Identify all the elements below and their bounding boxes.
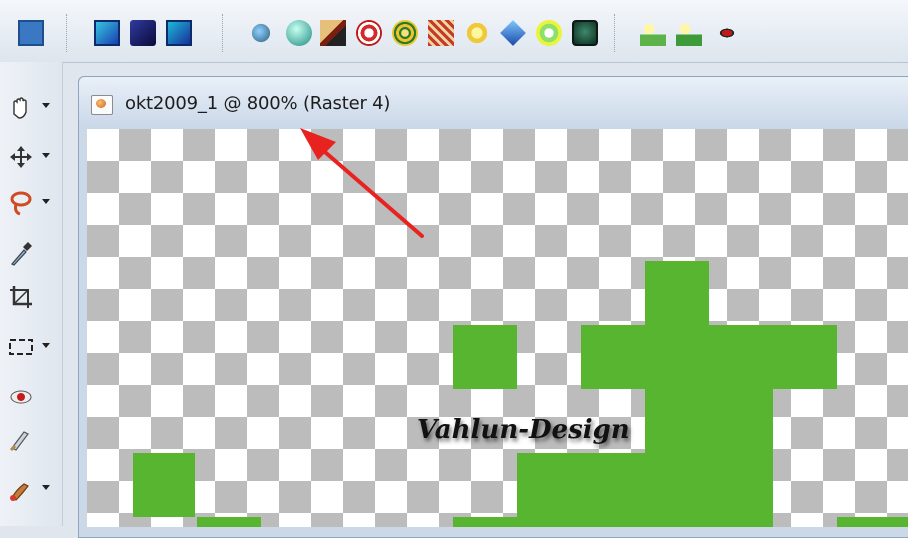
globe-icon[interactable] bbox=[286, 20, 312, 46]
layer-palette-icon[interactable] bbox=[18, 20, 44, 46]
green-pixel bbox=[581, 325, 773, 389]
green-pixel bbox=[645, 261, 709, 325]
dropper-tool-icon[interactable] bbox=[6, 238, 50, 268]
red-eye-tool-icon[interactable] bbox=[6, 382, 50, 412]
swirl-icon[interactable] bbox=[356, 20, 382, 46]
star-burst-icon[interactable] bbox=[464, 20, 490, 46]
lasso-tool-icon[interactable] bbox=[6, 188, 50, 218]
toolbar-separator bbox=[222, 14, 225, 52]
document-titlebar[interactable]: okt2009_1 @ 800% (Raster 4) bbox=[79, 77, 908, 129]
sunburst-icon[interactable] bbox=[536, 20, 562, 46]
selection-box-icon[interactable] bbox=[166, 20, 192, 46]
toolbar-separator bbox=[614, 14, 617, 52]
selection-tool-icon[interactable] bbox=[6, 332, 50, 362]
pan-tool-icon[interactable] bbox=[6, 92, 50, 122]
effects-toolbar bbox=[0, 0, 908, 63]
green-pixel bbox=[517, 453, 773, 527]
bevel-icon[interactable] bbox=[320, 20, 346, 46]
green-pixel bbox=[133, 453, 195, 517]
tools-palette bbox=[0, 62, 63, 526]
sparkle-tool-icon[interactable] bbox=[640, 20, 666, 46]
green-pixel bbox=[645, 389, 773, 453]
texture-icon[interactable] bbox=[428, 20, 454, 46]
gradient-cube-icon[interactable] bbox=[130, 20, 156, 46]
move-tool-icon[interactable] bbox=[6, 142, 50, 172]
target-icon[interactable] bbox=[392, 20, 418, 46]
sparkle-tool-2-icon[interactable] bbox=[676, 20, 702, 46]
watermark-text: Vahlun-Design bbox=[417, 415, 630, 445]
crop-tool-icon[interactable] bbox=[6, 282, 50, 312]
frame-icon[interactable] bbox=[572, 20, 598, 46]
toolbar-separator bbox=[66, 14, 69, 52]
document-image-icon bbox=[91, 95, 113, 115]
gem-icon[interactable] bbox=[500, 20, 526, 46]
document-window: okt2009_1 @ 800% (Raster 4) Vahlun-Desig… bbox=[78, 76, 908, 538]
red-eye-icon[interactable] bbox=[714, 20, 740, 46]
paint-tool-icon[interactable] bbox=[6, 474, 50, 504]
image-canvas[interactable]: Vahlun-Design bbox=[87, 129, 908, 527]
green-pixel bbox=[773, 325, 837, 389]
sphere-icon[interactable] bbox=[251, 23, 271, 43]
mask-icon[interactable] bbox=[94, 20, 120, 46]
brush-tool-icon[interactable] bbox=[6, 424, 50, 454]
document-title: okt2009_1 @ 800% (Raster 4) bbox=[125, 93, 391, 114]
green-pixel bbox=[453, 325, 517, 389]
